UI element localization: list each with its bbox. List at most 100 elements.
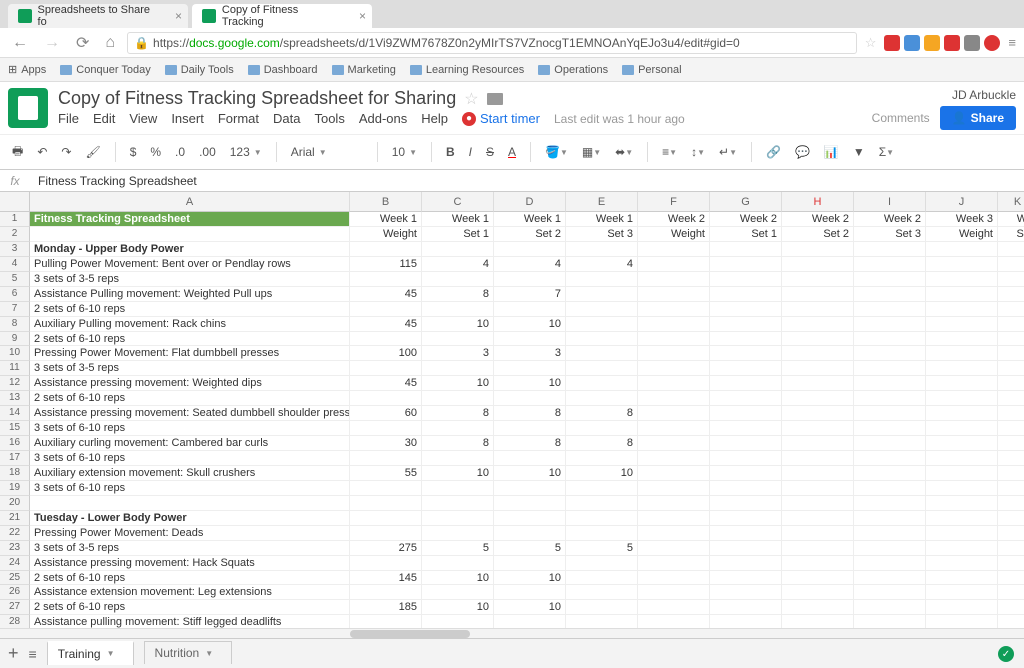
cell[interactable] — [926, 421, 998, 435]
row-header[interactable]: 15 — [0, 421, 30, 436]
row-header[interactable]: 18 — [0, 466, 30, 481]
cell[interactable] — [854, 556, 926, 570]
cell[interactable] — [638, 496, 710, 510]
row-header[interactable]: 24 — [0, 556, 30, 571]
cell[interactable]: 30 — [350, 436, 422, 450]
cell[interactable] — [782, 317, 854, 331]
cell[interactable]: Set 3 — [566, 227, 638, 241]
cell[interactable] — [638, 466, 710, 480]
star-icon[interactable]: ☆ — [464, 89, 478, 109]
col-header-H[interactable]: H — [782, 192, 854, 212]
row-header[interactable]: 16 — [0, 436, 30, 451]
cell[interactable] — [422, 451, 494, 465]
cell[interactable] — [998, 556, 1024, 570]
cell[interactable] — [710, 541, 782, 555]
cell[interactable]: 10 — [422, 466, 494, 480]
cell[interactable]: Week 1 — [422, 212, 494, 226]
cell[interactable] — [494, 511, 566, 525]
cell[interactable] — [782, 466, 854, 480]
chart-icon[interactable]: 📊 — [820, 142, 843, 162]
col-header-I[interactable]: I — [854, 192, 926, 212]
cell[interactable] — [638, 421, 710, 435]
functions-icon[interactable]: Σ▼ — [875, 142, 898, 162]
cell[interactable]: 2 sets of 6-10 reps — [30, 571, 350, 585]
cell[interactable] — [350, 361, 422, 375]
col-header-E[interactable]: E — [566, 192, 638, 212]
row-header[interactable]: 21 — [0, 511, 30, 526]
cell[interactable] — [998, 600, 1024, 614]
cell[interactable] — [710, 451, 782, 465]
cell[interactable] — [926, 571, 998, 585]
cell[interactable] — [998, 526, 1024, 540]
cell[interactable] — [638, 302, 710, 316]
cell[interactable]: 45 — [350, 287, 422, 301]
cell[interactable] — [998, 317, 1024, 331]
italic-icon[interactable]: I — [465, 142, 476, 162]
cell[interactable] — [854, 287, 926, 301]
cell[interactable] — [710, 317, 782, 331]
cell[interactable] — [998, 451, 1024, 465]
filter-icon[interactable]: ▼ — [849, 142, 869, 162]
menu-edit[interactable]: Edit — [93, 111, 115, 126]
cell[interactable] — [566, 511, 638, 525]
cell[interactable] — [782, 526, 854, 540]
cell[interactable] — [854, 511, 926, 525]
bookmark[interactable]: Daily Tools — [165, 64, 234, 76]
cell[interactable] — [998, 272, 1024, 286]
cell[interactable] — [422, 585, 494, 599]
cell[interactable] — [638, 585, 710, 599]
row-header[interactable]: 1 — [0, 212, 30, 227]
cell[interactable] — [854, 451, 926, 465]
cell[interactable] — [926, 556, 998, 570]
cell[interactable] — [710, 361, 782, 375]
cell[interactable] — [638, 346, 710, 360]
cell[interactable] — [854, 332, 926, 346]
fill-color-icon[interactable]: 🪣▼ — [541, 142, 572, 162]
reload-icon[interactable]: ⟳ — [72, 33, 93, 53]
cell[interactable] — [926, 242, 998, 256]
row-header[interactable]: 17 — [0, 451, 30, 466]
cell[interactable] — [566, 376, 638, 390]
cell[interactable] — [350, 511, 422, 525]
cell[interactable] — [854, 421, 926, 435]
cell[interactable]: Auxiliary curling movement: Cambered bar… — [30, 436, 350, 450]
cell[interactable] — [638, 541, 710, 555]
strike-icon[interactable]: S — [482, 142, 498, 162]
cell[interactable]: 3 sets of 6-10 reps — [30, 451, 350, 465]
cell[interactable] — [782, 332, 854, 346]
cell[interactable] — [638, 287, 710, 301]
cell[interactable] — [494, 272, 566, 286]
cell[interactable]: Auxiliary extension movement: Skull crus… — [30, 466, 350, 480]
cell[interactable]: 3 sets of 6-10 reps — [30, 481, 350, 495]
cell[interactable] — [638, 436, 710, 450]
cell[interactable] — [422, 361, 494, 375]
apps-icon[interactable]: ⊞ Apps — [8, 63, 46, 76]
cell[interactable] — [710, 332, 782, 346]
menu-add-ons[interactable]: Add-ons — [359, 111, 407, 126]
cell[interactable] — [854, 481, 926, 495]
cell[interactable] — [494, 332, 566, 346]
col-header-G[interactable]: G — [710, 192, 782, 212]
cell[interactable]: Tuesday - Lower Body Power — [30, 511, 350, 525]
cell[interactable] — [422, 421, 494, 435]
cell[interactable] — [710, 406, 782, 420]
doc-title[interactable]: Copy of Fitness Tracking Spreadsheet for… — [58, 88, 456, 109]
cell[interactable] — [566, 332, 638, 346]
cell[interactable] — [566, 481, 638, 495]
cell[interactable] — [926, 317, 998, 331]
cell[interactable]: 2 sets of 6-10 reps — [30, 600, 350, 614]
cell[interactable] — [638, 526, 710, 540]
col-header-B[interactable]: B — [350, 192, 422, 212]
cell[interactable] — [710, 571, 782, 585]
cell[interactable]: 8 — [494, 406, 566, 420]
bookmark[interactable]: Conquer Today — [60, 64, 150, 76]
cell[interactable] — [782, 436, 854, 450]
cell[interactable]: Set 1 — [710, 227, 782, 241]
cell[interactable] — [710, 272, 782, 286]
cell[interactable]: Fitness Tracking Spreadsheet — [30, 212, 350, 226]
cell[interactable] — [638, 376, 710, 390]
col-header-J[interactable]: J — [926, 192, 998, 212]
cell[interactable]: 100 — [350, 346, 422, 360]
cell[interactable] — [350, 615, 422, 628]
cell[interactable] — [782, 376, 854, 390]
